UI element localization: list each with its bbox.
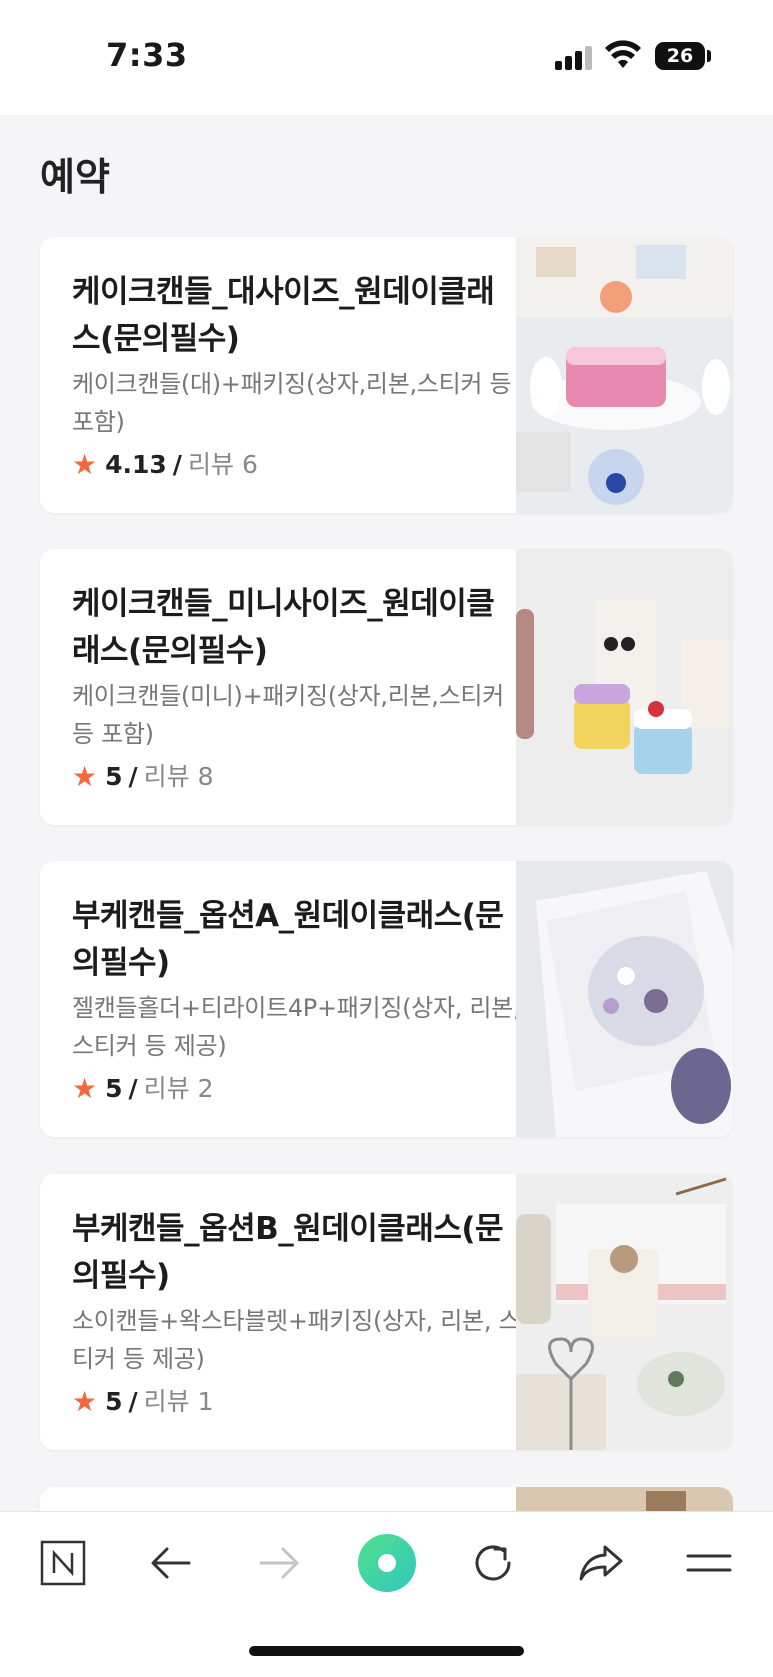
- review-count: 2: [197, 1074, 214, 1103]
- rating-separator: /: [128, 762, 138, 791]
- review-count: 8: [197, 762, 214, 791]
- rating-separator: /: [172, 450, 182, 479]
- star-icon: ★: [72, 760, 98, 793]
- product-rating: ★ 5 / 리뷰 2: [72, 1069, 522, 1109]
- rating-value: 5: [105, 1387, 123, 1416]
- product-rating: ★ 4.13 / 리뷰 6: [72, 445, 522, 485]
- product-thumbnail: [516, 1487, 733, 1511]
- review-label: 리뷰: [143, 1074, 190, 1103]
- product-title: 케이크캔들_미니사이즈_원데이클래스(문의필수): [72, 586, 495, 669]
- rating-value: 4.13: [105, 450, 167, 479]
- share-button[interactable]: [571, 1535, 631, 1591]
- green-dot-button[interactable]: [357, 1534, 417, 1592]
- product-card[interactable]: 부케캔들_옵션A_원데이클래스(문의필수) 젤캔들홀더+티라이트4P+패키징(상…: [40, 861, 733, 1137]
- review-label: 리뷰: [143, 1387, 190, 1416]
- page-title: 예약: [40, 155, 110, 199]
- product-card[interactable]: 케이크캔들_대사이즈_원데이클래스(문의필수) 케이크캔들(대)+패키징(상자,…: [40, 237, 733, 513]
- product-description: 소이캔들+왁스타블렛+패키징(상자, 리본, 스티커 등 제공): [72, 1307, 521, 1373]
- back-button[interactable]: [141, 1535, 201, 1591]
- product-thumbnail: [516, 549, 733, 825]
- battery-nub: [707, 50, 711, 62]
- rating-separator: /: [128, 1074, 138, 1103]
- status-time: 7:33: [106, 36, 188, 74]
- review-count: 1: [197, 1387, 214, 1416]
- home-indicator: [249, 1646, 524, 1656]
- review-label: 리뷰: [187, 450, 234, 479]
- status-bar: 7:33 26: [0, 0, 773, 115]
- green-dot-icon: [358, 1534, 416, 1592]
- star-icon: ★: [72, 448, 98, 481]
- product-description: 케이크캔들(대)+패키징(상자,리본,스티커 등 포함): [72, 370, 512, 436]
- product-rating: ★ 5 / 리뷰 1: [72, 1382, 522, 1422]
- product-card[interactable]: 부케캔들_옵션B_원데이클래스(문의필수) 소이캔들+왁스타블렛+패키징(상자,…: [40, 1174, 733, 1450]
- product-title: 부케캔들_옵션A_원데이클래스(문의필수): [72, 898, 504, 981]
- rating-value: 5: [105, 1074, 123, 1103]
- star-icon: ★: [72, 1385, 98, 1418]
- menu-button[interactable]: [679, 1535, 739, 1591]
- product-card[interactable]: [40, 1487, 733, 1511]
- menu-icon: [686, 1554, 732, 1572]
- product-thumbnail: [516, 1174, 733, 1450]
- forward-button[interactable]: [249, 1535, 309, 1591]
- product-thumbnail: [516, 237, 733, 513]
- reload-button[interactable]: [463, 1535, 523, 1591]
- arrow-left-icon: [151, 1547, 191, 1579]
- product-rating: ★ 5 / 리뷰 8: [72, 757, 522, 797]
- arrow-right-icon: [259, 1547, 299, 1579]
- signal-icon: [555, 46, 595, 70]
- reload-icon: [475, 1545, 511, 1581]
- review-count: 6: [241, 450, 258, 479]
- share-icon: [579, 1545, 623, 1581]
- product-thumbnail: [516, 861, 733, 1137]
- product-title: 부케캔들_옵션B_원데이클래스(문의필수): [72, 1211, 504, 1294]
- rating-value: 5: [105, 762, 123, 791]
- product-card[interactable]: 케이크캔들_미니사이즈_원데이클래스(문의필수) 케이크캔들(미니)+패키징(상…: [40, 549, 733, 825]
- wifi-icon: [605, 40, 641, 68]
- star-icon: ★: [72, 1072, 98, 1105]
- product-description: 케이크캔들(미니)+패키징(상자,리본,스티커 등 포함): [72, 682, 504, 748]
- naver-home-button[interactable]: [33, 1535, 93, 1591]
- product-title: 케이크캔들_대사이즈_원데이클래스(문의필수): [72, 274, 495, 357]
- product-description: 젤캔들홀더+티라이트4P+패키징(상자, 리본, 스티커 등 제공): [72, 994, 521, 1060]
- rating-separator: /: [128, 1387, 138, 1416]
- review-label: 리뷰: [143, 762, 190, 791]
- naver-home-icon: [40, 1540, 86, 1586]
- battery-icon: 26: [655, 42, 705, 70]
